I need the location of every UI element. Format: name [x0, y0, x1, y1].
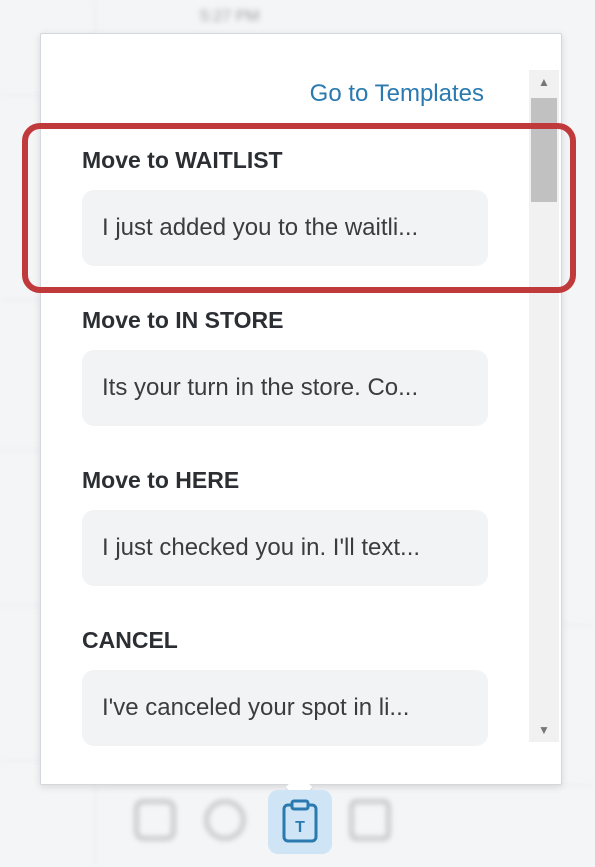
template-clipboard-icon: T — [282, 799, 318, 843]
svg-text:T: T — [295, 819, 305, 836]
background-braces-icon — [350, 800, 390, 840]
template-item[interactable]: Move to IN STORE Its your turn in the st… — [82, 306, 488, 426]
template-preview[interactable]: Its your turn in the store. Co... — [82, 350, 488, 426]
go-to-templates-link[interactable]: Go to Templates — [310, 80, 484, 108]
template-item[interactable]: Move to HERE I just checked you in. I'll… — [82, 466, 488, 586]
template-title: Move to HERE — [82, 467, 240, 493]
background-bottom-divider — [100, 785, 595, 786]
highlight-annotation — [22, 123, 576, 293]
templates-button[interactable]: T — [268, 790, 332, 854]
background-emoji-icon — [205, 800, 245, 840]
background-time: 5:27 PM — [200, 8, 260, 25]
template-item[interactable]: CANCEL I've canceled your spot in li... — [82, 626, 488, 746]
template-title: CANCEL — [82, 627, 178, 653]
background-image-icon — [135, 800, 175, 840]
template-preview[interactable]: I just checked you in. I'll text... — [82, 510, 488, 586]
template-preview[interactable]: I've canceled your spot in li... — [82, 670, 488, 746]
background-right-divider — [565, 625, 595, 626]
template-title: Move to IN STORE — [82, 307, 284, 333]
triangle-down-icon[interactable]: ▼ — [529, 718, 559, 742]
triangle-up-icon[interactable]: ▲ — [529, 70, 559, 94]
